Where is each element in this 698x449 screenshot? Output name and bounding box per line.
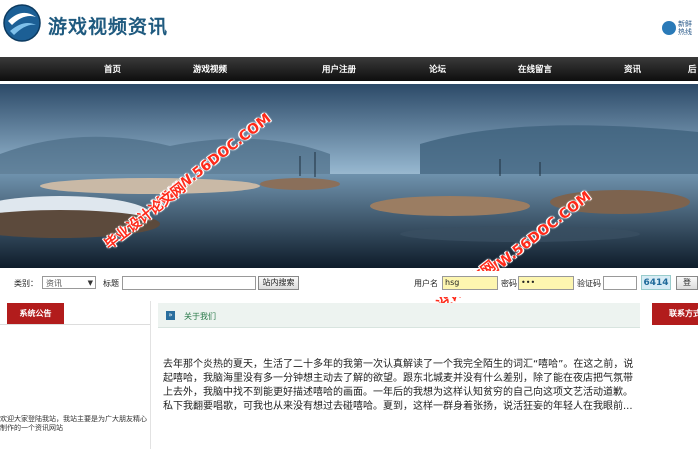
category-value: 资讯 (46, 279, 62, 288)
captcha-image[interactable]: 6414 (641, 275, 671, 290)
header: 游戏视频资讯 新鲜热线 (0, 0, 698, 56)
about-panel: » 关于我们 去年那个炎热的夏天，生活了二十多年的我第一次认真解读了一个我完全陌… (158, 301, 640, 449)
about-title[interactable]: 关于我们 (184, 311, 216, 322)
nav-home[interactable]: 首页 (104, 63, 121, 75)
password-input[interactable]: ••• (518, 276, 574, 290)
username-label: 用户名 (414, 279, 438, 288)
nav-forum[interactable]: 论坛 (429, 63, 446, 75)
captcha-label: 验证码 (577, 279, 601, 288)
category-select[interactable]: 资讯 ▼ (42, 276, 96, 289)
title-search-input[interactable] (122, 276, 256, 290)
title-label: 标题 (103, 279, 119, 288)
site-title: 游戏视频资讯 (48, 16, 169, 38)
nav-more[interactable]: 后 (688, 63, 697, 75)
about-body: 去年那个炎热的夏天，生活了二十多年的我第一次认真解读了一个我完全陌生的词汇“嘻哈… (163, 359, 634, 412)
hot-news-icon (662, 21, 676, 35)
category-label: 类别： (14, 279, 38, 288)
chevron-down-icon: ▼ (87, 279, 93, 287)
contact-tab[interactable]: 联系方式 (652, 303, 698, 325)
login-button[interactable]: 登 (676, 276, 698, 290)
main-nav: 首页 游戏视频 用户注册 论坛 在线留言 资讯 后 (0, 57, 698, 81)
nav-news[interactable]: 资讯 (624, 63, 641, 75)
site-logo[interactable] (2, 3, 42, 43)
announcement-tab[interactable]: 系统公告 (7, 303, 64, 325)
captcha-input[interactable] (603, 276, 637, 290)
site-search-button[interactable]: 站内搜索 (258, 276, 299, 290)
hot-news-link[interactable]: 新鲜热线 (662, 20, 696, 36)
announcement-text: 欢迎大家登陆我站，我站主要是为广大朋友精心制作的一个资讯网站 (0, 415, 147, 432)
nav-register[interactable]: 用户注册 (322, 63, 356, 75)
search-login-bar: 类别： 资讯 ▼ 标题 站内搜索 用户名 hsg 密码 ••• 验证码 登 (0, 271, 698, 297)
nav-message[interactable]: 在线留言 (518, 63, 552, 75)
arrow-icon: » (166, 311, 175, 320)
about-header: » 关于我们 (158, 303, 640, 328)
username-input[interactable]: hsg (442, 276, 498, 290)
divider (0, 324, 150, 325)
password-label: 密码 (501, 279, 517, 288)
hot-news-label: 新鲜热线 (678, 20, 692, 36)
contact-panel: 联系方式 (652, 301, 698, 449)
nav-game-video[interactable]: 游戏视频 (193, 63, 227, 75)
